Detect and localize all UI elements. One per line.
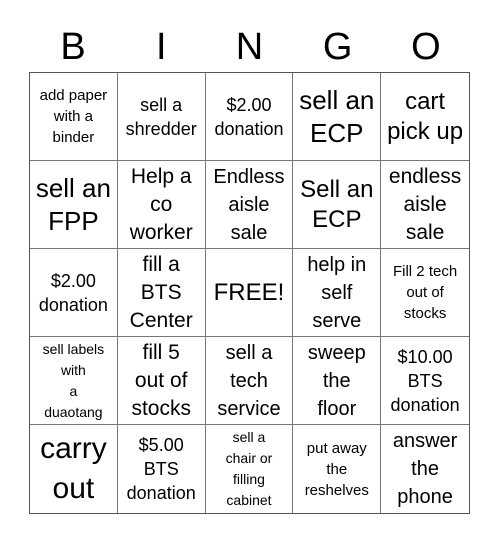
- bingo-cell[interactable]: $2.00 donation: [30, 249, 118, 337]
- bingo-cell[interactable]: carry out: [30, 425, 118, 513]
- cell-text: sell a shredder: [125, 94, 197, 139]
- bingo-cell[interactable]: put away the reshelves: [293, 425, 382, 513]
- cell-text: $2.00 donation: [214, 94, 284, 139]
- bingo-cell[interactable]: answer the phone: [381, 425, 469, 513]
- bingo-cell[interactable]: sell labels with a duaotang: [30, 337, 118, 425]
- cell-text: add paper with a binder: [39, 87, 108, 146]
- cell-text: Sell an ECP: [300, 175, 374, 233]
- bingo-cell[interactable]: $10.00 BTS donation: [381, 337, 469, 425]
- free-cell[interactable]: FREE!: [205, 249, 294, 337]
- bingo-cell[interactable]: cart pick up: [381, 73, 469, 161]
- bingo-cell[interactable]: help in self serve: [293, 249, 382, 337]
- cell-text: answer the phone: [392, 430, 458, 508]
- bingo-cell[interactable]: Help a co worker: [117, 161, 206, 249]
- bingo-cell[interactable]: $5.00 BTS donation: [118, 425, 206, 513]
- cell-text: Endless aisle sale: [213, 165, 285, 244]
- header-letter-n: N: [235, 26, 264, 68]
- bingo-cell[interactable]: Endless aisle sale: [205, 161, 294, 249]
- bingo-cell[interactable]: Fill 2 tech out of stocks: [381, 249, 469, 337]
- cell-text: sweep the floor: [307, 341, 366, 420]
- cell-text: FREE!: [213, 278, 285, 306]
- bingo-cell[interactable]: sell an ECP: [293, 73, 382, 161]
- cell-text: $2.00 donation: [38, 270, 108, 315]
- cell-text: $5.00 BTS donation: [126, 435, 196, 503]
- cell-text: sell an FPP: [35, 172, 111, 236]
- cell-text: Help a co worker: [129, 164, 193, 244]
- header-letter-i: I: [156, 26, 167, 68]
- cell-text: fill a BTS Center: [129, 252, 193, 332]
- cell-text: sell a tech service: [217, 341, 281, 420]
- cell-text: help in self serve: [307, 253, 367, 332]
- cell-text: $10.00 BTS donation: [390, 346, 460, 415]
- bingo-cell[interactable]: sell an FPP: [30, 161, 118, 249]
- cell-text: put away the reshelves: [304, 439, 369, 499]
- cell-text: sell labels with a duaotang: [42, 340, 105, 420]
- bingo-grid: add paper with a binder sell a shredder …: [29, 72, 470, 514]
- header-letter-b: B: [60, 26, 86, 68]
- bingo-cell[interactable]: sell a shredder: [117, 73, 206, 161]
- cell-text: endless aisle sale: [388, 164, 462, 244]
- bingo-cell[interactable]: fill a BTS Center: [117, 249, 206, 337]
- header-letter-g: G: [322, 26, 353, 68]
- cell-text: cart pick up: [387, 87, 464, 145]
- bingo-cell[interactable]: add paper with a binder: [30, 73, 118, 161]
- bingo-cell[interactable]: sell a chair or filling cabinet: [206, 425, 294, 513]
- cell-text: sell an ECP: [299, 84, 375, 148]
- bingo-cell[interactable]: sell a tech service: [205, 337, 294, 425]
- cell-text: fill 5 out of stocks: [131, 340, 191, 420]
- cell-text: carry out: [40, 432, 107, 505]
- bingo-cell[interactable]: $2.00 donation: [205, 73, 294, 161]
- bingo-cell[interactable]: endless aisle sale: [381, 161, 469, 249]
- header-letter-o: O: [411, 26, 441, 68]
- bingo-cell[interactable]: sweep the floor: [293, 337, 382, 425]
- bingo-cell[interactable]: Sell an ECP: [293, 161, 382, 249]
- bingo-header: B I N G O: [29, 24, 470, 70]
- cell-text: Fill 2 tech out of stocks: [392, 263, 458, 322]
- cell-text: sell a chair or filling cabinet: [225, 429, 273, 508]
- bingo-cell[interactable]: fill 5 out of stocks: [117, 337, 206, 425]
